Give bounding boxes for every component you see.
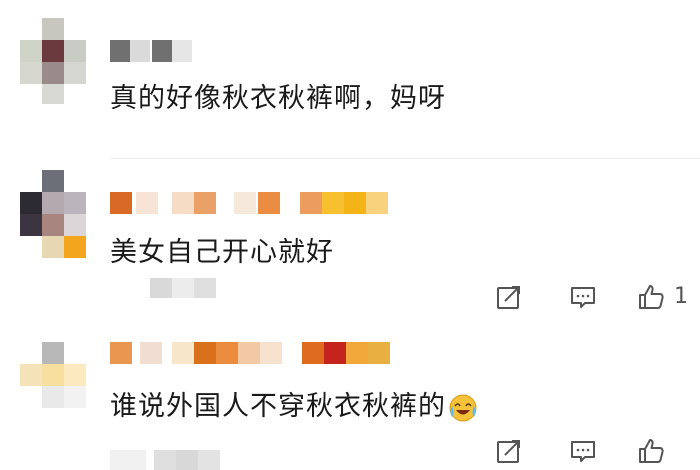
timestamp-blurred <box>150 278 220 298</box>
timestamp-blurred <box>110 450 220 470</box>
like-button[interactable] <box>636 436 696 466</box>
thumbs-up-icon <box>636 436 666 470</box>
comment-item: 真的好像秋衣秋裤啊，妈呀 <box>0 0 700 160</box>
comment-item: 美女自己开心就好 1 <box>0 160 700 320</box>
username-blurred[interactable] <box>110 342 390 364</box>
reply-icon[interactable] <box>494 436 524 466</box>
avatar[interactable] <box>20 342 90 428</box>
avatar[interactable] <box>20 170 90 258</box>
username-blurred[interactable] <box>110 40 210 62</box>
comment-text: 美女自己开心就好 <box>110 237 334 268</box>
comment-icon[interactable] <box>568 436 598 466</box>
laughing-crying-emoji-icon <box>448 393 478 423</box>
avatar[interactable] <box>20 18 90 104</box>
comment-icon[interactable] <box>568 282 598 312</box>
reply-icon[interactable] <box>494 282 524 312</box>
comment-actions <box>480 436 700 466</box>
thumbs-up-icon <box>636 282 666 316</box>
like-button[interactable]: 1 <box>636 282 696 312</box>
comment-text: 谁说外国人不穿秋衣秋裤的 <box>110 384 478 423</box>
comment-text-content: 谁说外国人不穿秋衣秋裤的 <box>110 391 446 422</box>
comment-text: 真的好像秋衣秋裤啊，妈呀 <box>110 83 446 114</box>
comment-item: 谁说外国人不穿秋衣秋裤的 <box>0 320 700 470</box>
comment-actions: 1 <box>480 282 700 312</box>
divider <box>110 158 700 159</box>
username-blurred[interactable] <box>110 192 390 214</box>
like-count: 1 <box>674 284 688 309</box>
